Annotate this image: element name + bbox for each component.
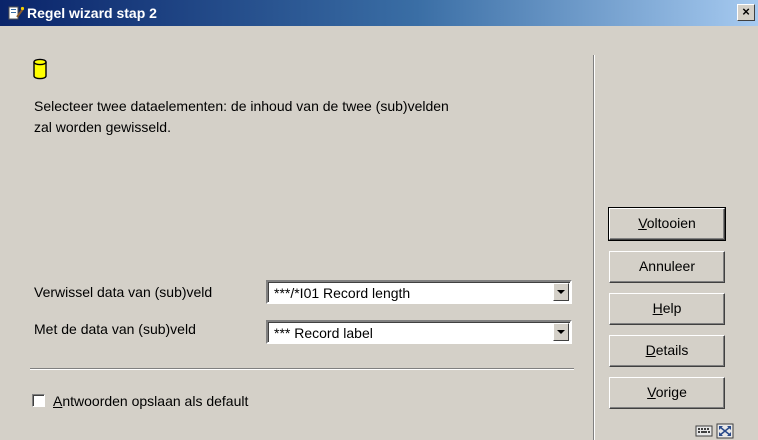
field1-value: ***/*I01 Record length bbox=[274, 285, 411, 301]
field2-label: Met de data van (sub)veld bbox=[34, 321, 196, 337]
vorige-button[interactable]: Vorige bbox=[609, 377, 725, 409]
save-default-checkbox[interactable] bbox=[32, 394, 45, 407]
chevron-down-icon[interactable] bbox=[553, 283, 569, 301]
instruction-line-2: zal worden gewisseld. bbox=[34, 119, 171, 135]
voltooien-button[interactable]: Voltooien bbox=[608, 207, 726, 241]
close-button[interactable]: × bbox=[737, 4, 755, 21]
save-default-label[interactable]: Antwoorden opslaan als default bbox=[53, 393, 248, 409]
wizard-icon bbox=[8, 6, 24, 20]
resize-icon[interactable] bbox=[716, 423, 734, 439]
keyboard-icon[interactable] bbox=[695, 423, 713, 437]
instruction-line-1: Selecteer twee dataelementen: de inhoud … bbox=[34, 98, 449, 114]
help-button[interactable]: Help bbox=[609, 293, 725, 325]
close-icon: × bbox=[742, 4, 750, 19]
field2-value: *** Record label bbox=[274, 325, 373, 341]
chevron-down-icon[interactable] bbox=[553, 323, 569, 341]
instruction-text: Selecteer twee dataelementen: de inhoud … bbox=[34, 96, 564, 138]
title-bar: Regel wizard stap 2 × bbox=[0, 0, 758, 26]
window-title: Regel wizard stap 2 bbox=[27, 5, 157, 21]
vertical-divider bbox=[593, 55, 595, 440]
details-button[interactable]: Details bbox=[609, 335, 725, 367]
field1-label: Verwissel data van (sub)veld bbox=[34, 284, 213, 300]
database-icon bbox=[33, 58, 47, 80]
annuleer-button[interactable]: Annuleer bbox=[609, 251, 725, 283]
horizontal-divider bbox=[30, 368, 574, 370]
field2-select[interactable]: *** Record label bbox=[266, 320, 572, 344]
field1-select[interactable]: ***/*I01 Record length bbox=[266, 280, 572, 304]
